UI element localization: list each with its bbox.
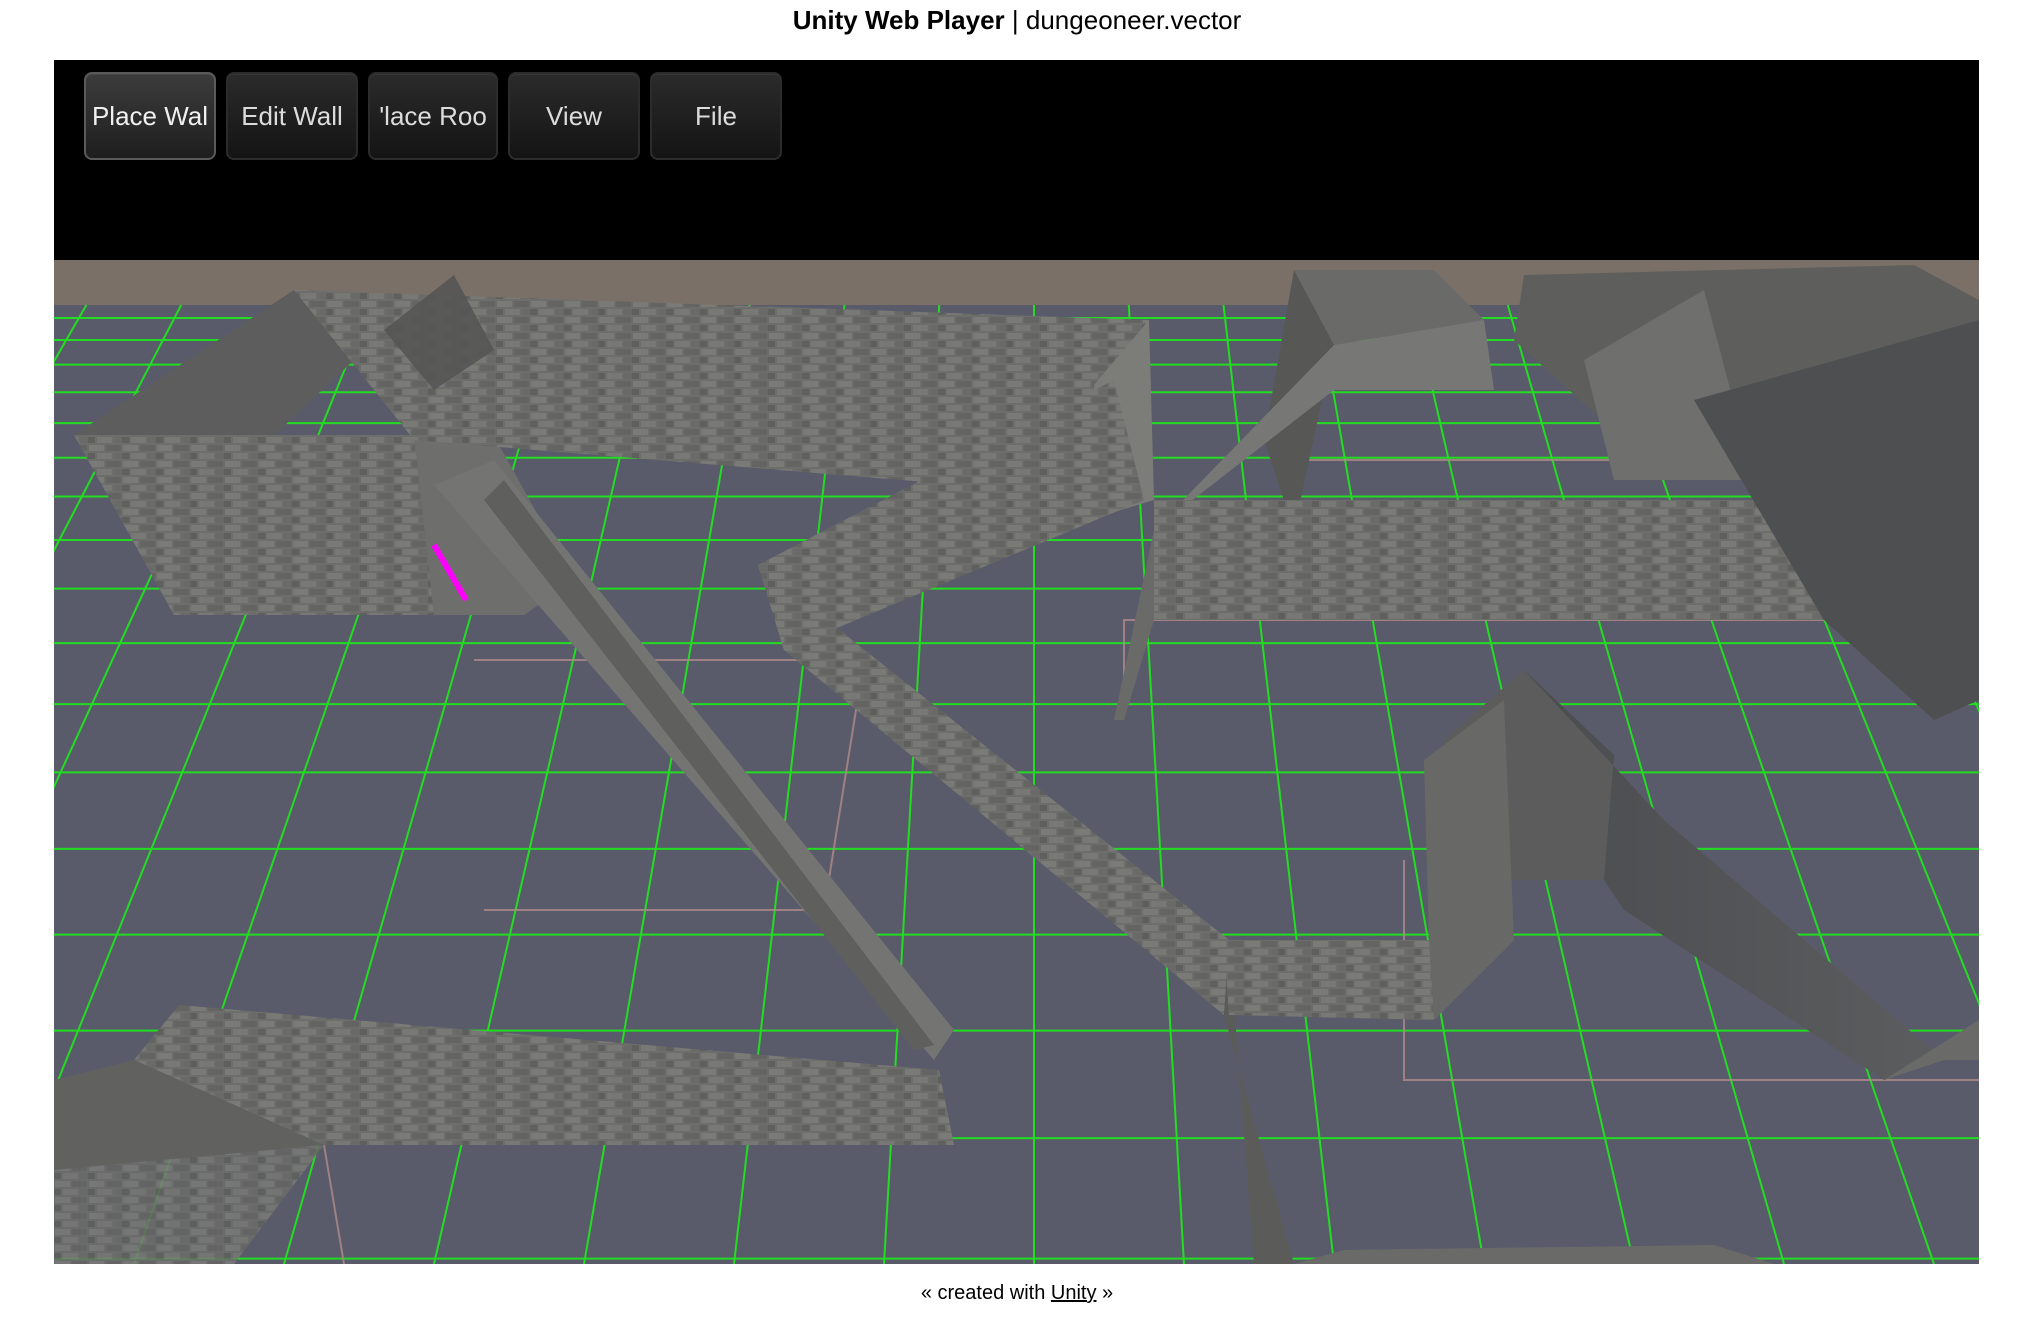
dungeon-viewport[interactable] <box>54 60 1979 1264</box>
place-room-button[interactable]: 'lace Roo <box>368 72 498 160</box>
file-button[interactable]: File <box>650 72 782 160</box>
unity-player[interactable]: Place Wal Edit Wall 'lace Roo View File <box>54 60 1979 1264</box>
footer-prefix: « created with <box>920 1282 1046 1304</box>
page-title: Unity Web Player | dungeoneer.vector <box>0 0 2034 40</box>
view-button[interactable]: View <box>508 72 640 160</box>
project-name: dungeoneer.vector <box>1025 5 1242 35</box>
title-separator: | <box>1011 5 1019 35</box>
unity-link[interactable]: Unity <box>1051 1282 1097 1304</box>
toolbar: Place Wal Edit Wall 'lace Roo View File <box>84 72 782 162</box>
footer-suffix: » <box>1102 1282 1114 1304</box>
footer: « created with Unity » <box>0 1282 2034 1305</box>
place-wall-button[interactable]: Place Wal <box>84 72 216 160</box>
edit-wall-button[interactable]: Edit Wall <box>226 72 358 160</box>
app-name: Unity Web Player <box>792 5 1005 35</box>
